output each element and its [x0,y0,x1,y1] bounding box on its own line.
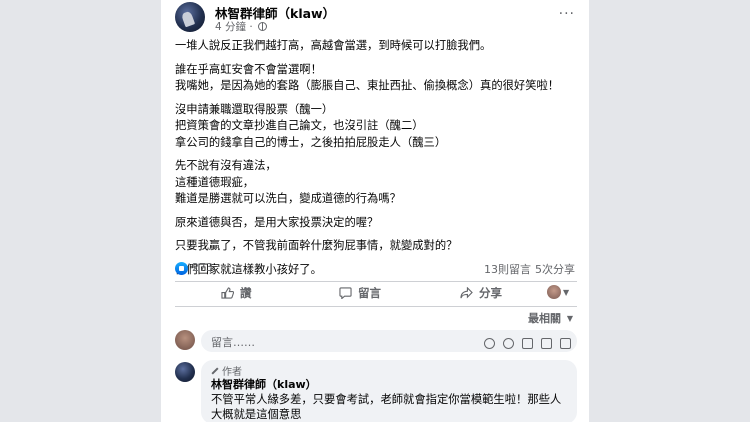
post-body: 一堆人說反正我們越打高，高越會當選，到時候可以打臉我們。 誰在乎高虹安會不會當選啊… [175,38,579,285]
post-card: 林智群律師（klaw） 4 分鐘 · ··· 一堆人說反正我們越打高，高越會當選… [161,0,589,422]
user-avatar [175,330,195,350]
comment-text: 不管平常人緣多差，只要會考試，老師就會指定你當模範生啦！那些人大概就是這個意思 [211,393,562,421]
post-text-line: 這種道德瑕疵， [175,175,255,189]
action-bar: 讚 留言 分享 ▼ [175,283,577,305]
post-text-line: 先不說有沒有違法， [175,159,277,172]
gif-icon[interactable] [540,338,552,349]
post-paragraph: 只要我贏了，不管我前面幹什麼狗屁事情，就變成對的？ [175,238,579,255]
post-text-line: 一堆人說反正我們越打高，高越會當選，到時候可以打臉我們。 [175,39,492,52]
author-badge-label: 作者 [222,367,242,378]
post-paragraph: 沒申請兼職還取得股票（醜一） 把資策會的文章抄進自己論文，也沒引註（醜二） 拿公司的… [175,102,579,152]
share-button[interactable]: 分享 [460,285,502,303]
comment-sort-dropdown[interactable]: 最相關 ▼ [528,310,573,326]
comment-count[interactable]: 13則留言 [484,261,531,277]
divider [175,281,577,282]
post-text-line: 難道是勝選就可以洗白，變成道德的行為嗎？ [175,192,401,205]
avatar-sticker-icon[interactable] [483,338,495,349]
timestamp-text[interactable]: 4 分鐘 · [215,21,253,33]
reaction-stats: 273 13則留言 5次分享 [175,260,575,278]
post-text-line: 誰在乎高虹安會不會當選啊！ [175,62,322,76]
comment-input[interactable]: 留言…… [201,330,577,352]
post-text-line: 沒申請兼職還取得股票（醜一） [175,102,334,116]
composer-tools [481,334,571,349]
post-text-line: 拿公司的錢拿自己的博士，之後拍拍屁股走人（醜三） [175,135,447,149]
comment-label: 留言 [358,286,381,300]
share-count[interactable]: 5次分享 [535,261,575,277]
post-paragraph: 先不說有沒有違法， 這種道德瑕疵， 難道是勝選就可以洗白，變成道德的行為嗎？ [175,158,579,208]
post-paragraph: 誰在乎高虹安會不會當選啊！ 我嘴她，是因為她的套路（膨脹自己、東扯西扯、偷換概念）… [175,62,579,95]
thumbs-up-icon [221,287,234,299]
share-icon [460,287,473,299]
reaction-count[interactable]: 273 [192,261,213,274]
post-text-line: 只要我贏了，不管我前面幹什麼狗屁事情，就變成對的？ [175,239,458,252]
comment-composer: 留言…… [175,330,577,354]
sticker-icon[interactable] [560,338,571,349]
author-avatar[interactable] [175,2,205,32]
comment-author-avatar[interactable] [175,362,195,382]
react-as-selector[interactable]: ▼ [547,285,569,303]
post-timestamp[interactable]: 4 分鐘 · [215,19,268,34]
share-label: 分享 [479,286,502,300]
post-paragraph: 原來道德與否，是用大家投票決定的喔？ [175,215,579,232]
like-label: 讚 [240,286,252,300]
post-paragraph: 一堆人說反正我們越打高，高越會當選，到時候可以打臉我們。 [175,38,579,55]
comment-bubble: 作者 林智群律師（klaw） 不管平常人緣多差，只要會考試，老師就會指定你當模範… [201,360,577,422]
sort-label: 最相關 [528,312,561,325]
comment-placeholder: 留言…… [211,336,255,349]
divider [175,306,577,307]
user-avatar [547,285,561,299]
post-text-line: 原來道德與否，是用大家投票決定的喔？ [175,215,379,229]
camera-icon[interactable] [521,338,533,349]
emoji-icon[interactable] [502,338,514,349]
comment-author-name[interactable]: 林智群律師（klaw） [211,378,567,392]
post-header: 林智群律師（klaw） 4 分鐘 · ··· [175,2,585,34]
comment-icon [339,287,352,299]
caret-down-icon: ▼ [563,288,570,297]
pen-icon [211,367,219,375]
more-options-icon[interactable]: ··· [559,6,575,22]
comment-button[interactable]: 留言 [339,285,381,303]
caret-down-icon: ▼ [566,314,573,323]
post-text-line: 我嘴她，是因為她的套路（膨脹自己、東扯西扯、偷換概念）真的很好笑啦！ [175,79,560,92]
globe-icon [258,22,268,31]
author-badge: 作者 [211,363,567,378]
like-button[interactable]: 讚 [221,285,252,303]
post-text-line: 把資策會的文章抄進自己論文，也沒引註（醜二） [175,119,424,132]
like-reaction-icon[interactable] [175,262,188,275]
